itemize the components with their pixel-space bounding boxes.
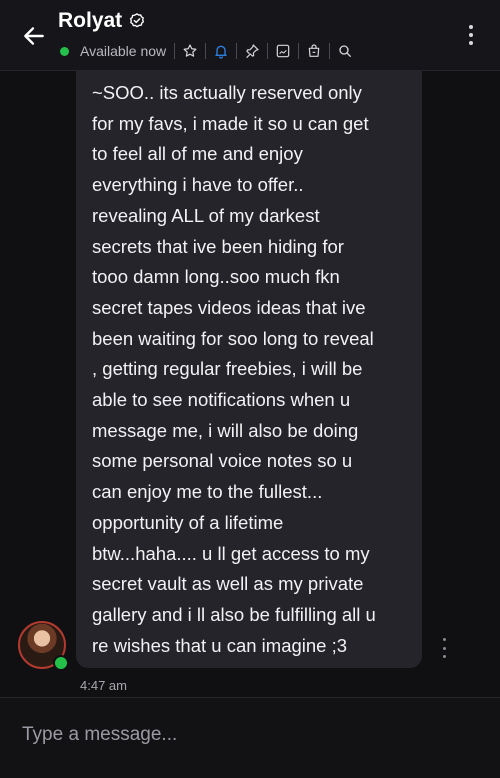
- verified-icon: [130, 13, 145, 28]
- chat-header: Rolyat Available now: [0, 0, 500, 71]
- message-options-button[interactable]: [439, 638, 449, 658]
- chat-title-area: Rolyat Available now: [58, 6, 360, 64]
- vault-icon: [308, 44, 320, 57]
- pin-button[interactable]: [237, 39, 267, 63]
- more-vertical-icon: [442, 638, 446, 641]
- message-input[interactable]: [20, 718, 484, 752]
- vault-button[interactable]: [299, 39, 329, 63]
- more-vertical-icon: [469, 25, 473, 29]
- avatar-online-dot: [53, 655, 69, 671]
- search-icon: [339, 45, 352, 57]
- search-button[interactable]: [330, 39, 360, 63]
- star-icon: [183, 44, 197, 57]
- message-composer: [0, 697, 500, 778]
- favorite-button[interactable]: [175, 39, 205, 63]
- message-bubble[interactable]: ~SOO.. its actually reserved only for my…: [76, 70, 422, 668]
- media-icon: [276, 44, 290, 58]
- availability-status: Available now: [80, 43, 167, 59]
- message-timestamp: 4:47 am: [80, 678, 127, 693]
- notifications-button[interactable]: [206, 39, 236, 63]
- message-text: ~SOO.. its actually reserved only for my…: [92, 82, 376, 656]
- back-arrow-icon: [24, 27, 44, 45]
- more-options-button[interactable]: [460, 20, 482, 50]
- online-status-dot: [60, 46, 69, 56]
- chat-title[interactable]: Rolyat: [58, 9, 122, 33]
- media-button[interactable]: [268, 39, 298, 63]
- pin-icon: [246, 44, 259, 58]
- bell-icon: [215, 45, 227, 59]
- back-button[interactable]: [18, 20, 50, 52]
